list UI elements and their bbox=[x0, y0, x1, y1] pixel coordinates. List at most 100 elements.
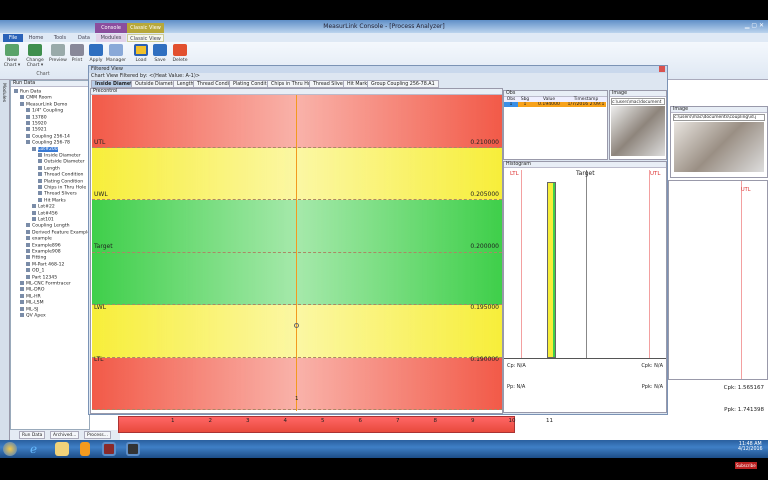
axis-tick-label: 2 bbox=[208, 418, 213, 424]
tab-modules[interactable]: Modules bbox=[96, 34, 126, 42]
tree-item[interactable]: M-Part 468-12 bbox=[26, 261, 64, 267]
tab-classic-view[interactable]: Classic View bbox=[127, 34, 164, 42]
tab-run-data[interactable]: Run Data bbox=[19, 431, 46, 439]
save-button[interactable]: Save bbox=[149, 44, 171, 63]
tree-item[interactable]: MeasurLink Demo bbox=[20, 101, 67, 107]
change-chart-button[interactable]: Change Chart ▾ bbox=[24, 44, 46, 68]
tab-process[interactable]: Process... bbox=[84, 431, 111, 439]
tree-node-icon bbox=[26, 242, 30, 247]
tree-node-icon bbox=[38, 178, 42, 183]
obs-row[interactable]: 1 1 0.194000 1/7/2016 2:09:1 bbox=[504, 102, 607, 107]
tree-node-icon bbox=[38, 172, 42, 177]
red-zone bbox=[92, 357, 502, 410]
start-button[interactable] bbox=[3, 442, 17, 456]
tree-item[interactable]: Part 12345 bbox=[26, 274, 57, 280]
tree-item[interactable]: 15920 bbox=[26, 121, 47, 127]
tree-header: Run Data bbox=[11, 81, 89, 87]
tree-item[interactable]: Chips in Thru Hole bbox=[38, 185, 86, 191]
tree-node-icon bbox=[26, 236, 30, 241]
tree-item[interactable]: Fitting bbox=[26, 255, 46, 261]
filter-text: Chart View Filtered by: <(Heat Value: A-… bbox=[91, 73, 200, 79]
uwl-label: UWL bbox=[94, 191, 108, 198]
utl-label: UTL bbox=[94, 139, 106, 146]
window-controls[interactable]: ▁ ▢ ✕ bbox=[745, 22, 764, 29]
tree-node-icon bbox=[26, 114, 30, 119]
measurlink-icon[interactable] bbox=[102, 442, 116, 456]
close-icon[interactable] bbox=[659, 66, 665, 72]
tree-item[interactable]: OD_1 bbox=[26, 268, 44, 274]
context-tab-console: Console bbox=[95, 23, 127, 33]
app-icon[interactable] bbox=[126, 442, 140, 456]
manager-button[interactable]: Manager bbox=[105, 44, 127, 63]
background-utl-label: UTL bbox=[741, 187, 751, 193]
background-cpk: Cpk: 1.565167 bbox=[723, 385, 764, 391]
tree-item[interactable]: Length bbox=[38, 165, 60, 171]
tree-item[interactable]: Inside Diameter bbox=[38, 153, 81, 159]
print-icon bbox=[70, 44, 84, 56]
tree-item[interactable]: Lot101 bbox=[32, 217, 54, 223]
tree-item[interactable]: Example896 bbox=[26, 242, 61, 248]
clock[interactable]: 11:48 AM 4/12/2016 bbox=[738, 442, 763, 452]
image-path-select[interactable]: c:\users\mac\document bbox=[611, 98, 665, 105]
modules-strip[interactable]: Modules bbox=[0, 80, 10, 440]
target-value: 0.200000 bbox=[470, 243, 499, 250]
tree-node-icon bbox=[32, 204, 36, 209]
chart-tab[interactable]: Group Coupling 256-78.A1 bbox=[367, 80, 439, 88]
lwl-label: LWL bbox=[94, 304, 107, 311]
ie-icon[interactable]: ℯ bbox=[30, 442, 44, 456]
tree-node-icon bbox=[26, 223, 30, 228]
tree-item[interactable]: Thread Slivers bbox=[38, 191, 77, 197]
tree-item[interactable]: Lot#456 bbox=[32, 210, 58, 216]
tree-item[interactable]: 1/4" Coupling bbox=[26, 108, 63, 114]
tree-item[interactable]: 15921 bbox=[26, 127, 47, 133]
tree-item[interactable]: Example908 bbox=[26, 249, 61, 255]
tree-item[interactable]: Outside Diameter bbox=[38, 159, 85, 165]
target-label: Target bbox=[94, 243, 113, 250]
tree-item[interactable]: Plating Condition bbox=[38, 178, 83, 184]
tree-node-icon bbox=[20, 313, 24, 317]
tree-item[interactable]: QV Apex bbox=[20, 313, 46, 319]
tree-item[interactable]: Run Data bbox=[14, 89, 41, 95]
tree-item[interactable]: ML-SJ bbox=[20, 306, 38, 312]
tree-node-icon bbox=[38, 197, 42, 202]
explorer-icon[interactable] bbox=[55, 442, 69, 456]
tree-item[interactable]: Derived Feature Example bbox=[26, 229, 90, 235]
tree-node-icon bbox=[26, 274, 30, 279]
axis-tick-label: 3 bbox=[246, 418, 250, 424]
caliper-photo bbox=[674, 122, 764, 172]
x-axis-label: 1 bbox=[295, 396, 299, 402]
tree-item[interactable]: Lot#22 bbox=[32, 204, 55, 210]
tree-item[interactable]: example bbox=[26, 236, 52, 242]
tree-item[interactable]: CMM Room bbox=[20, 95, 52, 101]
background-image-path[interactable]: c:\users\mac\documents\coupling\id.j bbox=[673, 114, 765, 121]
background-axis-strip: 1 2 3 4 5 6 7 8 9 10 11 bbox=[118, 416, 553, 433]
delete-button[interactable]: Delete bbox=[169, 44, 191, 63]
tree-item[interactable]: 13780 bbox=[26, 114, 47, 120]
tab-home[interactable]: Home bbox=[26, 34, 46, 42]
apply-button[interactable]: Apply bbox=[85, 44, 107, 63]
tree-item[interactable]: Coupling 256-14 bbox=[26, 133, 70, 139]
tree-item[interactable]: Hit Marks bbox=[38, 197, 66, 203]
subscribe-button[interactable]: Subscribe bbox=[735, 462, 757, 469]
run-data-tree[interactable]: Run Data Run Data CMM Room MeasurLink Demo… bbox=[10, 80, 90, 430]
tree-item[interactable]: ML-CNC Formtracer bbox=[20, 281, 71, 287]
tree-item[interactable]: Coupling Length bbox=[26, 223, 70, 229]
tree-item[interactable]: Lot#200 bbox=[32, 146, 58, 153]
tab-archived[interactable]: Archived... bbox=[50, 431, 80, 439]
tab-tools[interactable]: Tools bbox=[50, 34, 70, 42]
yellow-zone bbox=[92, 147, 502, 200]
load-icon bbox=[134, 44, 148, 56]
tree-item[interactable]: Coupling 256-78 bbox=[26, 140, 70, 146]
ltl-value: 0.190000 bbox=[470, 356, 499, 363]
data-point[interactable] bbox=[294, 323, 299, 328]
tree-item[interactable]: ML-DRO bbox=[20, 287, 44, 293]
new-chart-button[interactable]: New Chart ▾ bbox=[1, 44, 23, 68]
tree-item[interactable]: ML-HR bbox=[20, 293, 41, 299]
tree-item[interactable]: ML-LSM bbox=[20, 300, 44, 306]
media-player-icon[interactable] bbox=[80, 442, 90, 456]
tree-node-icon bbox=[32, 217, 36, 221]
tree-item[interactable]: Thread Condition bbox=[38, 172, 83, 178]
tab-data[interactable]: Data bbox=[74, 34, 94, 42]
tab-file[interactable]: File bbox=[3, 34, 23, 42]
tree-node-icon bbox=[38, 159, 42, 164]
